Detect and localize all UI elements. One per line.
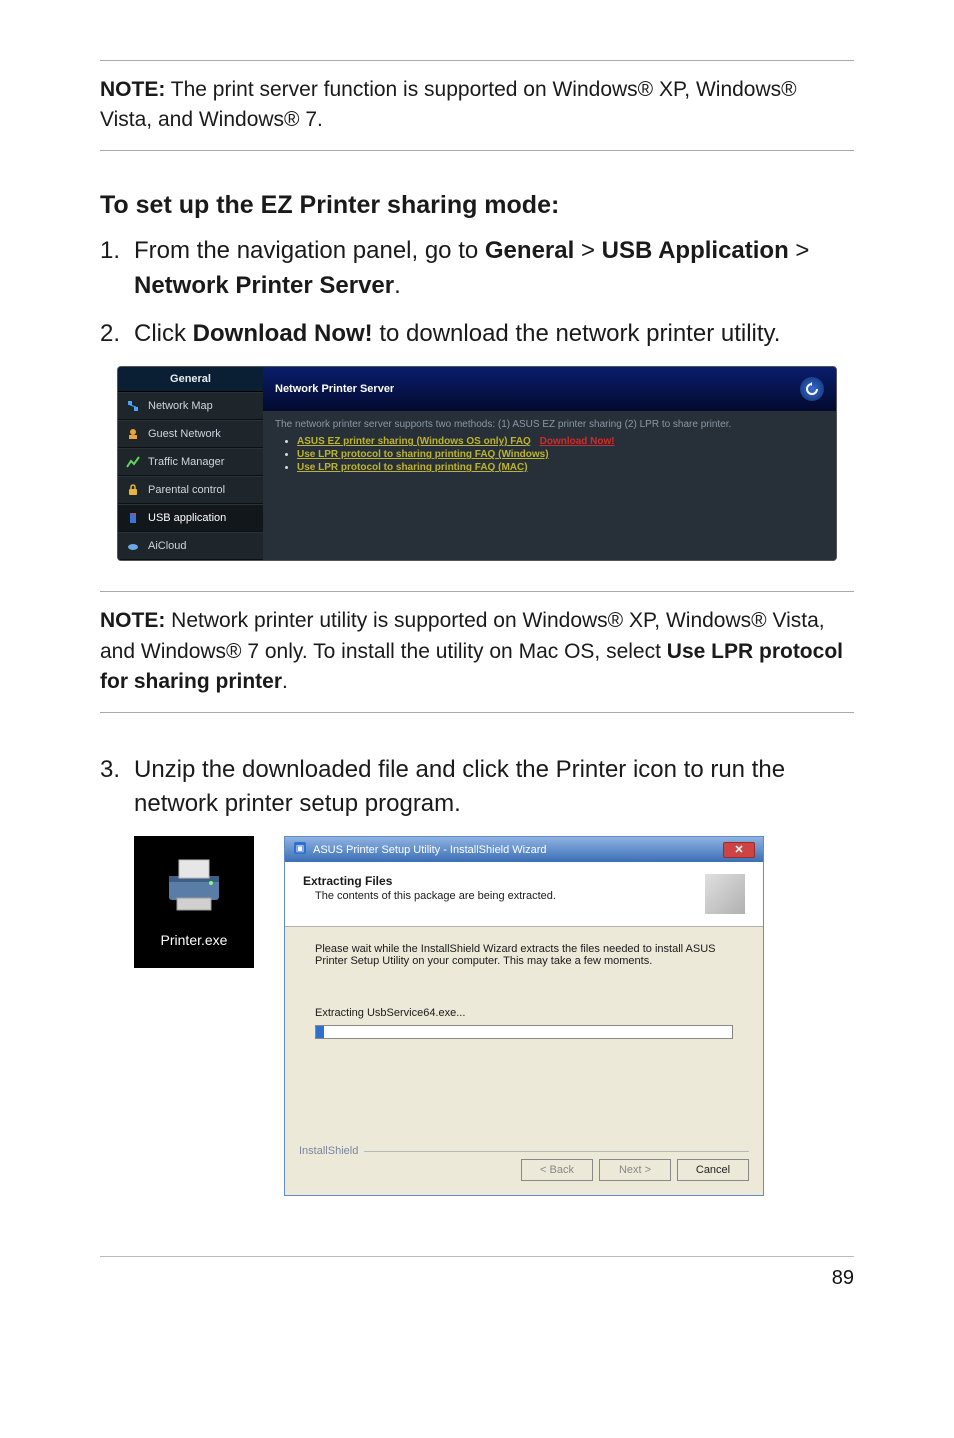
step-1: From the navigation panel, go to General…	[100, 234, 854, 304]
step1-text-a: From the navigation panel, go to	[134, 237, 485, 264]
step1-usbapp: USB Application	[602, 237, 789, 264]
sidebar-item-traffic[interactable]: Traffic Manager	[118, 448, 263, 476]
note-block-2: NOTE: Network printer utility is support…	[100, 591, 854, 712]
printer-icon	[159, 854, 229, 914]
wizard-fieldset: InstallShield	[299, 1145, 749, 1157]
printer-exe-icon[interactable]: Printer.exe	[134, 836, 254, 968]
page-number: 89	[100, 1256, 854, 1290]
fieldset-line	[364, 1151, 749, 1152]
note-label: NOTE:	[100, 78, 165, 101]
faq-link-1[interactable]: ASUS EZ printer sharing (Windows OS only…	[297, 436, 531, 447]
router-main: Network Printer Server The network print…	[263, 367, 836, 560]
wizard-titlebar: ▣ ASUS Printer Setup Utility - InstallSh…	[285, 837, 763, 862]
sidebar-label: Guest Network	[148, 428, 221, 440]
fieldset-label-text: InstallShield	[299, 1145, 358, 1157]
sidebar-general-head: General	[118, 367, 263, 392]
faq-link-2[interactable]: Use LPR protocol to sharing printing FAQ…	[297, 449, 549, 460]
wizard-head-sub: The contents of this package are being e…	[315, 890, 556, 902]
close-icon[interactable]: ✕	[723, 842, 755, 858]
aicloud-icon	[126, 539, 140, 553]
gt-1: >	[574, 237, 601, 264]
installshield-wizard: ▣ ASUS Printer Setup Utility - InstallSh…	[284, 836, 764, 1196]
faq-line-2: Use LPR protocol to sharing printing FAQ…	[297, 449, 824, 460]
step2-text-a: Click	[134, 320, 193, 347]
gt-2: >	[789, 237, 810, 264]
note-block-1: NOTE: The print server function is suppo…	[100, 60, 854, 151]
guest-network-icon	[126, 427, 140, 441]
period-1: .	[394, 272, 401, 299]
sidebar-item-usb[interactable]: USB application	[118, 504, 263, 532]
sidebar-label: Network Map	[148, 400, 213, 412]
parental-control-icon	[126, 483, 140, 497]
wizard-header-graphic	[705, 874, 745, 914]
step1-general: General	[485, 237, 574, 264]
back-button: < Back	[521, 1159, 593, 1181]
step2-download: Download Now!	[193, 320, 373, 347]
router-sidebar: General Network Map Guest Network Traffi…	[118, 367, 263, 560]
section-heading: To set up the EZ Printer sharing mode:	[100, 191, 854, 220]
sidebar-label: Parental control	[148, 484, 225, 496]
sidebar-label: USB application	[148, 512, 226, 524]
cancel-button[interactable]: Cancel	[677, 1159, 749, 1181]
router-screenshot: General Network Map Guest Network Traffi…	[117, 366, 837, 561]
wizard-header-text: Extracting Files The contents of this pa…	[303, 874, 556, 914]
refresh-icon[interactable]	[800, 377, 824, 401]
step-3: Unzip the downloaded file and click the …	[100, 753, 854, 823]
wizard-header: Extracting Files The contents of this pa…	[285, 862, 763, 927]
note-text: The print server function is supported o…	[100, 78, 797, 131]
faq-line-3: Use LPR protocol to sharing printing FAQ…	[297, 462, 824, 473]
step3-text: Unzip the downloaded file and click the …	[134, 756, 785, 818]
sidebar-label: AiCloud	[148, 540, 187, 552]
step2-text-c: to download the network printer utility.	[373, 320, 781, 347]
step3-images: Printer.exe ▣ ASUS Printer Setup Utility…	[134, 836, 854, 1196]
progress-fill	[316, 1026, 324, 1038]
router-title-bar: Network Printer Server	[263, 367, 836, 411]
router-desc: The network printer server supports two …	[275, 419, 824, 430]
wizard-body: Please wait while the InstallShield Wiza…	[285, 927, 763, 1137]
usb-app-icon	[126, 511, 140, 525]
router-body: The network printer server supports two …	[263, 411, 836, 560]
printer-exe-label: Printer.exe	[144, 932, 244, 948]
router-title-text: Network Printer Server	[275, 383, 394, 395]
note2-c: .	[282, 670, 288, 693]
sidebar-item-network-map[interactable]: Network Map	[118, 392, 263, 420]
sidebar-item-parental[interactable]: Parental control	[118, 476, 263, 504]
wizard-head-bold: Extracting Files	[303, 874, 392, 888]
network-map-icon	[126, 399, 140, 413]
step-2: Click Download Now! to download the netw…	[100, 317, 854, 352]
progress-bar	[315, 1025, 733, 1039]
note-label: NOTE:	[100, 609, 165, 632]
wizard-app-icon: ▣	[293, 841, 307, 858]
wizard-buttons: < Back Next > Cancel	[299, 1159, 749, 1181]
steps-list-2: Unzip the downloaded file and click the …	[100, 753, 854, 823]
wizard-title-text: ASUS Printer Setup Utility - InstallShie…	[313, 844, 547, 856]
step1-nps: Network Printer Server	[134, 272, 394, 299]
wizard-body-text: Please wait while the InstallShield Wiza…	[315, 943, 733, 967]
sidebar-item-aicloud[interactable]: AiCloud	[118, 532, 263, 560]
wizard-footer: InstallShield < Back Next > Cancel	[285, 1137, 763, 1195]
faq-link-3[interactable]: Use LPR protocol to sharing printing FAQ…	[297, 462, 528, 473]
faq-line-1: ASUS EZ printer sharing (Windows OS only…	[297, 436, 824, 447]
wizard-extracting: Extracting UsbService64.exe...	[315, 1007, 733, 1019]
svg-text:▣: ▣	[296, 843, 305, 853]
sidebar-item-guest[interactable]: Guest Network	[118, 420, 263, 448]
traffic-manager-icon	[126, 455, 140, 469]
steps-list: From the navigation panel, go to General…	[100, 234, 854, 352]
download-now-link[interactable]: Download Now!	[540, 436, 615, 447]
sidebar-label: Traffic Manager	[148, 456, 224, 468]
next-button: Next >	[599, 1159, 671, 1181]
